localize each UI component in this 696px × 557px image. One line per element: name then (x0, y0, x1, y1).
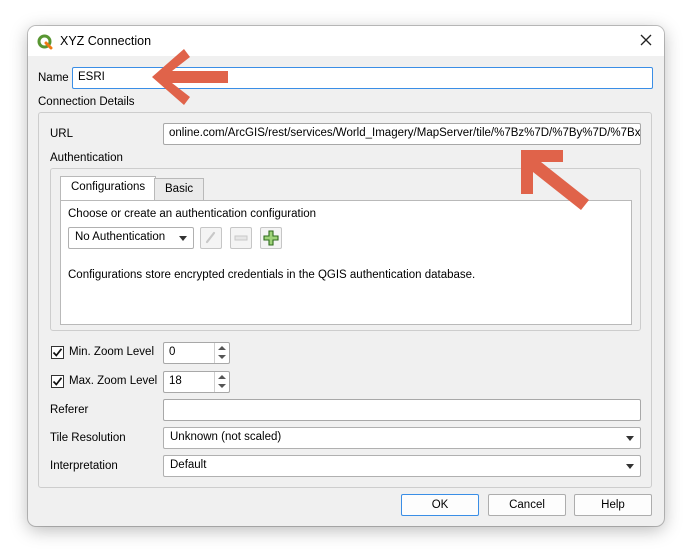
max-zoom-label: Max. Zoom Level (69, 375, 158, 387)
auth-info-text: Configurations store encrypted credentia… (68, 269, 476, 281)
min-zoom-label: Min. Zoom Level (69, 346, 155, 358)
connection-details-heading: Connection Details (38, 96, 135, 108)
annotation-arrow-diagonal-icon (521, 150, 589, 210)
tile-resolution-select[interactable]: Unknown (not scaled) (163, 427, 641, 449)
referer-label: Referer (50, 404, 89, 416)
url-input[interactable]: online.com/ArcGIS/rest/services/World_Im… (163, 123, 641, 145)
arrow-up-icon[interactable] (218, 346, 226, 350)
title-bar: XYZ Connection (28, 26, 664, 56)
max-zoom-checkbox[interactable] (51, 375, 64, 388)
interpretation-value: Default (170, 459, 207, 471)
plus-icon (263, 230, 279, 246)
authentication-label: Authentication (50, 152, 123, 164)
checkmark-icon (52, 377, 63, 386)
remove-config-button[interactable] (230, 227, 252, 249)
min-zoom-spinbox[interactable]: 0 (163, 342, 230, 364)
chevron-down-icon (179, 236, 187, 241)
auth-prompt: Choose or create an authentication confi… (68, 208, 317, 220)
tile-resolution-label: Tile Resolution (50, 432, 126, 444)
name-label: Name (38, 72, 69, 84)
qgis-logo-icon (37, 34, 53, 50)
chevron-down-icon (626, 436, 634, 441)
pencil-icon (205, 231, 216, 244)
close-icon[interactable] (638, 32, 654, 48)
interpretation-label: Interpretation (50, 460, 118, 472)
arrow-up-icon[interactable] (218, 375, 226, 379)
tab-basic[interactable]: Basic (154, 178, 205, 202)
help-button[interactable]: Help (574, 494, 652, 516)
ok-button[interactable]: OK (401, 494, 479, 516)
checkmark-icon (52, 348, 63, 357)
spin-buttons[interactable] (214, 372, 229, 392)
cancel-button[interactable]: Cancel (488, 494, 566, 516)
dialog-window: XYZ Connection Name ESRI Connection Deta… (28, 26, 664, 526)
interpretation-select[interactable]: Default (163, 455, 641, 477)
min-zoom-checkbox[interactable] (51, 346, 64, 359)
chevron-down-icon (626, 464, 634, 469)
minus-icon (234, 235, 248, 241)
add-config-button[interactable] (260, 227, 282, 249)
auth-config-value: No Authentication (75, 231, 166, 243)
arrow-down-icon[interactable] (218, 355, 226, 359)
min-zoom-value: 0 (169, 346, 176, 358)
annotation-arrow-left-icon (152, 49, 228, 105)
arrow-down-icon[interactable] (218, 384, 226, 388)
max-zoom-spinbox[interactable]: 18 (163, 371, 230, 393)
auth-config-select[interactable]: No Authentication (68, 227, 194, 249)
edit-config-button[interactable] (200, 227, 222, 249)
tab-configurations[interactable]: Configurations (60, 176, 157, 202)
window-title: XYZ Connection (60, 34, 152, 48)
max-zoom-value: 18 (169, 375, 182, 387)
tile-resolution-value: Unknown (not scaled) (170, 431, 282, 443)
spin-buttons[interactable] (214, 343, 229, 363)
referer-input[interactable] (163, 399, 641, 421)
url-label: URL (50, 128, 74, 140)
